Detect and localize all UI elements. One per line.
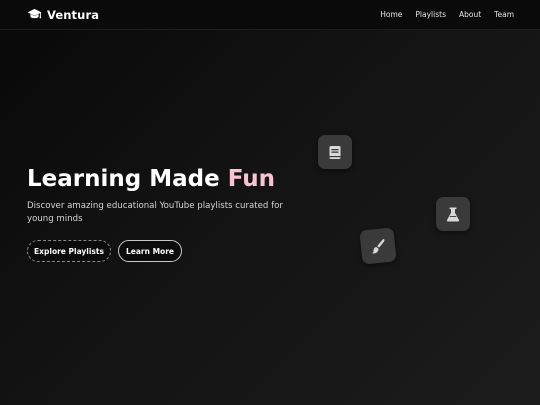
hero-title: Learning Made Fun bbox=[27, 165, 327, 193]
nav-link-playlists[interactable]: Playlists bbox=[415, 10, 446, 19]
navbar: Ventura Home Playlists About Team bbox=[0, 0, 540, 30]
hero-buttons: Explore Playlists Learn More bbox=[27, 240, 327, 262]
nav-links: Home Playlists About Team bbox=[380, 10, 514, 19]
flask-icon bbox=[446, 207, 460, 221]
hero-section: Learning Made Fun Discover amazing educa… bbox=[27, 165, 327, 262]
floating-card-brush bbox=[359, 227, 397, 265]
hero-title-main: Learning Made bbox=[27, 166, 228, 192]
brand-name: Ventura bbox=[47, 7, 100, 22]
hero-title-accent: Fun bbox=[227, 166, 276, 192]
paintbrush-icon bbox=[371, 238, 384, 254]
floating-card-book bbox=[318, 135, 352, 169]
nav-link-home[interactable]: Home bbox=[380, 10, 402, 19]
learn-more-button[interactable]: Learn More bbox=[118, 240, 182, 262]
nav-link-about[interactable]: About bbox=[459, 10, 481, 19]
floating-card-flask bbox=[436, 197, 470, 231]
explore-playlists-button[interactable]: Explore Playlists bbox=[27, 240, 111, 262]
hero-subtitle: Discover amazing educational YouTube pla… bbox=[27, 201, 283, 224]
graduation-cap-icon bbox=[27, 8, 42, 19]
brand-logo[interactable]: Ventura bbox=[27, 8, 99, 22]
nav-link-team[interactable]: Team bbox=[494, 10, 514, 19]
book-icon bbox=[329, 145, 341, 159]
